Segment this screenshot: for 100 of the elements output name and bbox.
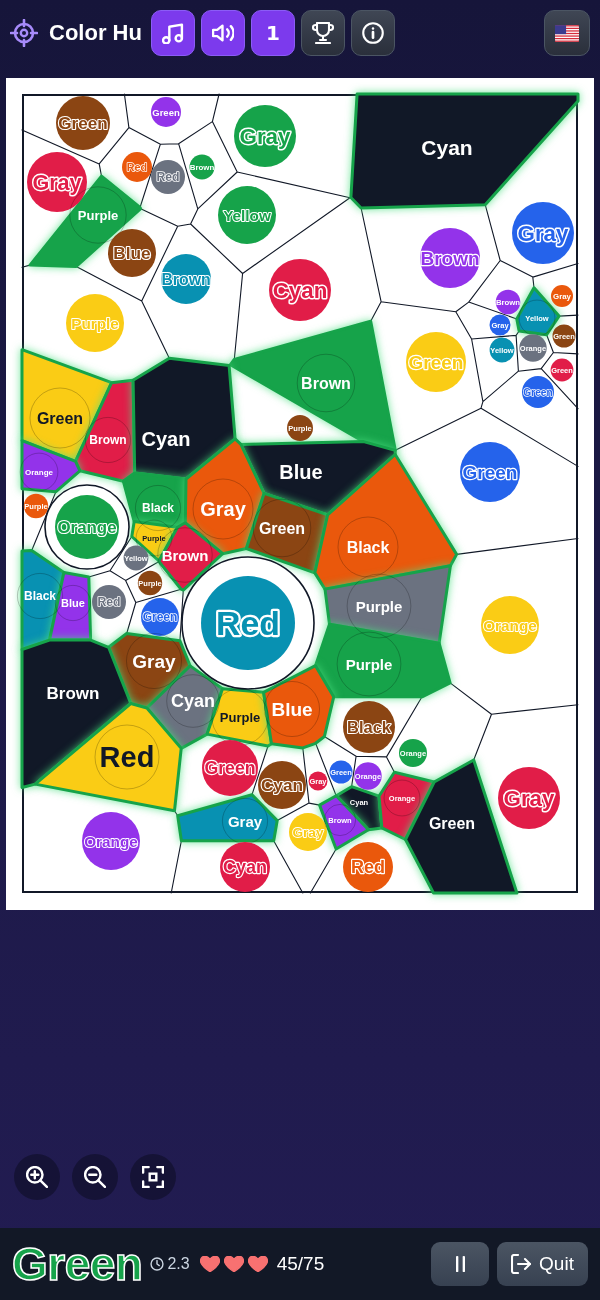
- map-cell[interactable]: [228, 319, 397, 452]
- map-cell[interactable]: [323, 564, 452, 645]
- cell-label: Gray: [32, 169, 82, 195]
- color-circle[interactable]: [202, 740, 258, 796]
- cell-label: Purple: [219, 709, 261, 725]
- color-circle[interactable]: [460, 442, 520, 502]
- color-circle[interactable]: [55, 495, 119, 559]
- color-circle[interactable]: [92, 585, 126, 619]
- cell-label: Green: [408, 351, 464, 373]
- zoom-in-button[interactable]: [14, 1154, 60, 1200]
- color-circle[interactable]: [289, 813, 327, 851]
- sound-button[interactable]: [200, 10, 245, 56]
- color-circle[interactable]: [66, 294, 124, 352]
- color-circle[interactable]: [27, 152, 87, 212]
- color-circle[interactable]: [23, 493, 49, 519]
- cell-label: Gray: [503, 785, 555, 811]
- cell-label: Gray: [227, 812, 263, 830]
- circle-outline: [125, 632, 183, 690]
- map-cell[interactable]: [262, 664, 336, 750]
- cell-label: Orange: [84, 832, 138, 850]
- color-circle[interactable]: [495, 289, 521, 315]
- color-circle[interactable]: [151, 97, 181, 127]
- circle-outline: [166, 674, 220, 728]
- color-circle[interactable]: [201, 576, 295, 670]
- color-circle[interactable]: [151, 160, 185, 194]
- cell-label: Green: [258, 519, 306, 537]
- level-button[interactable]: 1: [250, 10, 295, 56]
- color-circle[interactable]: [551, 285, 573, 307]
- color-circle[interactable]: [512, 202, 574, 264]
- cell-label: Blue: [61, 597, 85, 609]
- circle-outline: [263, 680, 321, 738]
- color-circle[interactable]: [329, 760, 353, 784]
- music-button[interactable]: [150, 10, 195, 56]
- color-circle[interactable]: [552, 324, 576, 348]
- zoom-out-icon: [84, 1166, 106, 1188]
- cell-label: Green: [36, 409, 84, 427]
- color-circle[interactable]: [481, 596, 539, 654]
- color-circle[interactable]: [258, 761, 306, 809]
- color-circle[interactable]: [234, 105, 296, 167]
- color-circle[interactable]: [399, 739, 427, 767]
- color-circle[interactable]: [420, 228, 480, 288]
- quit-button[interactable]: Quit: [497, 1242, 588, 1286]
- crosshair-icon: [10, 19, 38, 47]
- pause-button[interactable]: [431, 1242, 489, 1286]
- circle-outline: [296, 353, 356, 413]
- cell-label: Green: [142, 610, 178, 624]
- clock-icon: [150, 1257, 165, 1271]
- exit-icon: [511, 1254, 532, 1274]
- color-circle[interactable]: [489, 337, 515, 363]
- cell-label: Green: [523, 386, 553, 398]
- color-circle[interactable]: [519, 334, 547, 362]
- cell-label: Orange: [483, 616, 537, 634]
- circle-outline: [337, 516, 399, 578]
- color-circle[interactable]: [343, 701, 395, 753]
- pause-icon: [454, 1255, 466, 1273]
- color-circle[interactable]: [189, 154, 215, 180]
- color-circle[interactable]: [287, 415, 313, 441]
- color-circle[interactable]: [141, 598, 179, 636]
- color-circle[interactable]: [161, 254, 211, 304]
- color-circle[interactable]: [122, 152, 152, 182]
- color-circle[interactable]: [123, 545, 149, 571]
- circle-outline: [346, 573, 412, 639]
- app-title: Color Hu: [49, 20, 142, 46]
- cell-label: Red: [97, 595, 121, 609]
- color-circle[interactable]: [137, 570, 163, 596]
- color-circle[interactable]: [220, 842, 270, 892]
- color-circle[interactable]: [269, 259, 331, 321]
- color-circle[interactable]: [82, 812, 140, 870]
- speaker-icon: [211, 22, 234, 44]
- cell-label: Brown: [301, 374, 351, 392]
- target-word: Green: [12, 1241, 143, 1287]
- map-cell[interactable]: [314, 622, 452, 699]
- zoom-out-button[interactable]: [72, 1154, 118, 1200]
- cell-label: Black: [24, 589, 56, 603]
- circle-outline: [54, 584, 92, 622]
- cell-label: Black: [346, 538, 390, 556]
- color-circle[interactable]: [522, 376, 554, 408]
- map-cell[interactable]: [349, 92, 580, 210]
- color-circle[interactable]: [343, 842, 393, 892]
- color-circle[interactable]: [308, 771, 328, 791]
- color-circle[interactable]: [406, 332, 466, 392]
- color-circle[interactable]: [108, 229, 156, 277]
- color-circle[interactable]: [218, 186, 276, 244]
- color-circle[interactable]: [354, 762, 382, 790]
- cell-label: Cyan: [171, 691, 215, 711]
- color-circle[interactable]: [489, 314, 511, 336]
- color-circle[interactable]: [498, 767, 560, 829]
- trophy-button[interactable]: [300, 10, 345, 56]
- info-icon: [361, 22, 384, 44]
- cell-label: Purple: [355, 597, 403, 615]
- color-circle[interactable]: [56, 96, 110, 150]
- circle-outline: [252, 498, 312, 558]
- timer-text: 2.3: [167, 1255, 190, 1273]
- language-button[interactable]: [544, 10, 590, 56]
- map-cell[interactable]: [176, 793, 279, 843]
- info-button[interactable]: [350, 10, 395, 56]
- fit-view-button[interactable]: [130, 1154, 176, 1200]
- map-cell[interactable]: [20, 439, 82, 494]
- cell-label: Brown: [46, 683, 100, 703]
- color-circle[interactable]: [550, 358, 574, 382]
